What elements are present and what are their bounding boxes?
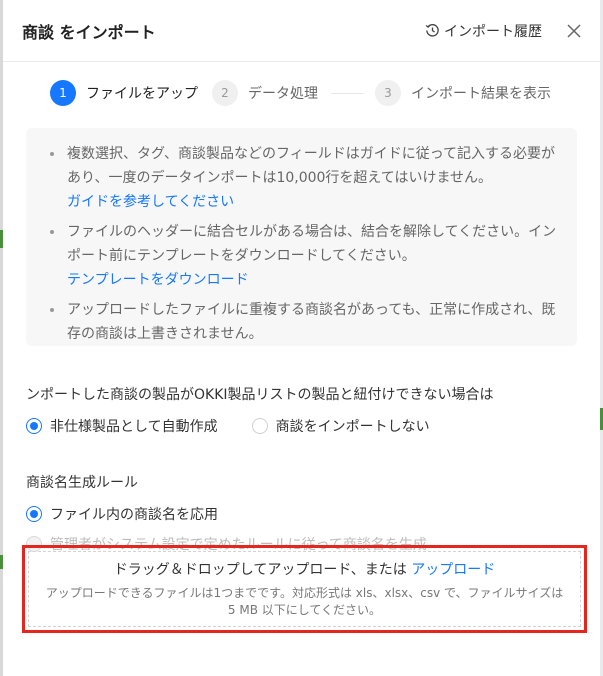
product-option-section: ンポートした商談の製品がOKKI製品リストの製品と紐付けできない場合は 非仕様製…: [3, 384, 600, 554]
radio-use-file-name[interactable]: ファイル内の商談名を応用: [26, 504, 543, 524]
note-item: アップロードしたファイルに重複する商談名があっても、正常に作成され、既存の商談は…: [50, 298, 561, 346]
note-text: アップロードしたファイルに重複する商談名があっても、正常に作成され、既存の商談は…: [67, 302, 556, 342]
import-history-link[interactable]: インポート履歴: [425, 21, 542, 41]
history-clock-icon: [425, 24, 439, 37]
close-icon[interactable]: [566, 23, 582, 39]
upload-constraints: アップロードできるファイルは1つまでです。対応形式は xls、xlsx、csv …: [45, 586, 564, 617]
radio-label: 商談をインポートしない: [275, 419, 430, 435]
radio-do-not-import[interactable]: 商談をインポートしない: [251, 416, 430, 436]
product-option-question: ンポートした商談の製品がOKKI製品リストの製品と紐付けできない場合は: [26, 387, 494, 403]
import-modal: 商談 をインポート インポート履歴 1 ファイルをアップ 2 データ処理 3 イ…: [3, 0, 600, 676]
note-item: ファイルのヘッダーに結合セルがある場合は、結合を解除してください。インポート前に…: [50, 220, 561, 292]
radio-label: 非仕様製品として自動作成: [50, 419, 218, 435]
import-notes: 複数選択、タグ、商談製品などのフィールドはガイドに従って記入する必要があり、一度…: [26, 128, 577, 346]
step-indicator: 1 ファイルをアップ 2 データ処理 3 インポート結果を表示: [3, 62, 600, 124]
step-3-number: 3: [375, 80, 401, 106]
radio-auto-create[interactable]: 非仕様製品として自動作成: [26, 416, 218, 436]
step-3-label: インポート結果を表示: [411, 86, 551, 102]
step-2-label: データ処理: [248, 86, 318, 102]
upload-instruction: ドラッグ＆ドロップしてアップロード、または: [113, 562, 412, 578]
note-text: ファイルのヘッダーに結合セルがある場合は、結合を解除してください。インポート前に…: [67, 224, 557, 264]
step-1-label: ファイルをアップ: [86, 86, 198, 102]
import-history-label: インポート履歴: [444, 23, 542, 40]
template-download-link[interactable]: テンプレートをダウンロード: [67, 268, 561, 292]
step-2: 2 データ処理: [212, 80, 318, 106]
step-1-number: 1: [50, 80, 76, 106]
radio-dot-checked[interactable]: [26, 418, 42, 434]
note-item: 複数選択、タグ、商談製品などのフィールドはガイドに従って記入する必要があり、一度…: [50, 142, 561, 214]
step-connector: [331, 92, 363, 94]
step-1: 1 ファイルをアップ: [50, 80, 198, 106]
upload-highlight-frame: ドラッグ＆ドロップしてアップロード、または アップロード アップロードできるファ…: [22, 545, 587, 633]
step-2-number: 2: [212, 80, 238, 106]
note-text: 複数選択、タグ、商談製品などのフィールドはガイドに従って記入する必要があり、一度…: [67, 146, 556, 186]
modal-header: 商談 をインポート インポート履歴: [3, 0, 600, 62]
product-option-radios: 非仕様製品として自動作成 商談をインポートしない: [26, 416, 577, 436]
modal-title: 商談 をインポート: [22, 22, 156, 42]
upload-link[interactable]: アップロード: [411, 562, 495, 578]
radio-dot[interactable]: [251, 418, 268, 434]
upload-main-text: ドラッグ＆ドロップしてアップロード、または アップロード: [114, 559, 495, 579]
radio-label: ファイル内の商談名を応用: [50, 507, 218, 523]
upload-dropzone[interactable]: ドラッグ＆ドロップしてアップロード、または アップロード アップロードできるファ…: [28, 551, 581, 627]
step-3: 3 インポート結果を表示: [375, 80, 551, 106]
radio-dot-checked[interactable]: [26, 506, 42, 522]
name-rule-question: 商談名生成ルール: [26, 475, 138, 491]
guide-link[interactable]: ガイドを参考してください: [67, 190, 561, 214]
